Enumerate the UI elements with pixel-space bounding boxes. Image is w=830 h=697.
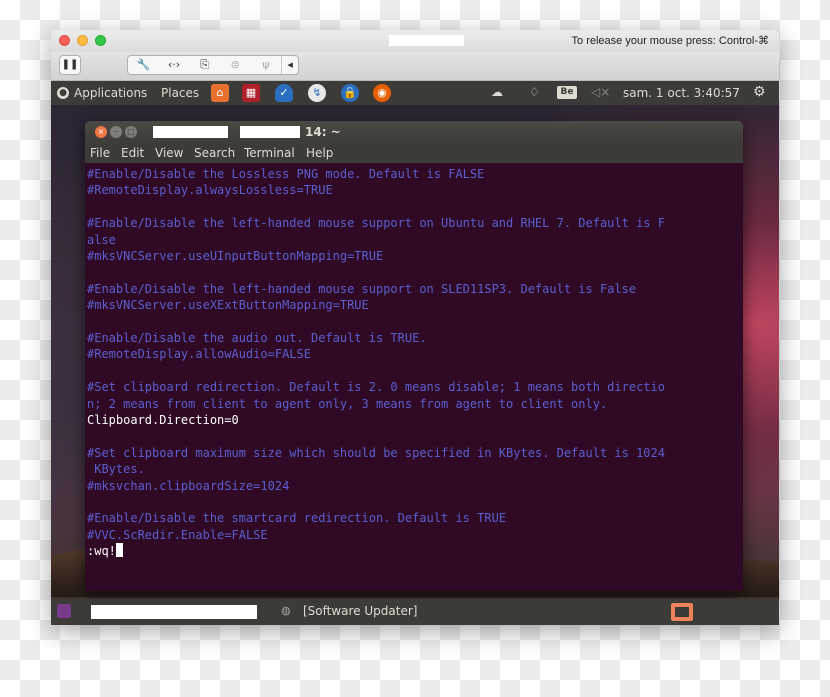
terminal-line: #Enable/Disable the left-handed mouse su… [87, 216, 665, 231]
terminal-line: #mksvchan.clipboardSize=1024 [87, 478, 290, 493]
terminal-line: #Enable/Disable the left-handed mouse su… [87, 281, 637, 296]
applications-menu[interactable]: Applications [74, 86, 147, 100]
collapse-toolbar-icon[interactable]: ◂ [281, 56, 298, 74]
workspace-switcher[interactable] [671, 603, 693, 621]
terminal-line: alse [87, 232, 116, 247]
minimize-window-button[interactable] [77, 35, 88, 46]
terminal-line: #Enable/Disable the audio out. Default i… [87, 331, 427, 345]
terminal-maximize-icon[interactable]: □ [125, 126, 137, 138]
terminal-line: #mksVNCServer.useXExtButtonMapping=TRUE [87, 298, 369, 313]
wifi-icon[interactable]: ♢ [529, 85, 540, 99]
terminal-line: #Enable/Disable the smartcard redirectio… [87, 511, 507, 526]
show-desktop-icon[interactable] [57, 604, 71, 618]
vm-window: To release your mouse press: Control-⌘ ❚… [51, 30, 779, 625]
home-folder-icon[interactable]: ⌂ [211, 84, 229, 102]
distro-menu-icon[interactable]: ● [57, 87, 69, 99]
terminal-line: #Set clipboard redirection. Default is 2… [87, 380, 665, 395]
menu-search[interactable]: Search [194, 146, 235, 160]
places-menu[interactable]: Places [161, 86, 199, 100]
pause-button[interactable]: ❚❚ [59, 55, 81, 75]
gear-icon[interactable]: ⚙ [753, 84, 766, 100]
close-window-button[interactable] [59, 35, 70, 46]
snapshot-icon[interactable]: ⎘ [189, 56, 220, 74]
menu-terminal[interactable]: Terminal [244, 146, 295, 160]
terminal-line: #RemoteDisplay.allowAudio=FALSE [87, 347, 311, 362]
remote-desktop-tray-icon[interactable]: ☁ [491, 85, 503, 99]
terminal-line: #VVC.ScRedir.Enable=FALSE [87, 527, 268, 542]
keyboard-layout-indicator[interactable]: Be [557, 86, 577, 99]
vim-command-line: :wq! [87, 543, 123, 559]
menu-help[interactable]: Help [306, 146, 333, 160]
terminal-line: #mksVNCServer.useUInputButtonMapping=TRU… [87, 249, 384, 263]
shared-folders-icon[interactable]: ‹·› [159, 56, 190, 74]
menu-file[interactable]: File [90, 146, 110, 160]
redacted-hostname [240, 126, 300, 138]
vm-toolbar: ❚❚ 🔧 ‹·› ⎘ ⊜ ψ ◂ [51, 52, 779, 81]
guest-desktop: ● Applications Places ⌂ ▦ ✓ ↯ 🔒 ◉ ☁ ♢ Be… [51, 81, 779, 625]
network-manager-icon[interactable]: ↯ [308, 84, 326, 102]
terminal-line: #Set clipboard maximum size which should… [87, 445, 665, 460]
text-cursor [115, 543, 123, 558]
terminal-line: n; 2 means from client to agent only, 3 … [87, 396, 608, 411]
settings-wrench-icon[interactable]: 🔧 [128, 56, 159, 74]
terminal-line: KBytes. [87, 462, 145, 477]
workspace-preview [675, 607, 689, 617]
terminal-window: × – □ 14: ~ File Edit View Search Termin… [85, 121, 743, 591]
terminal-line: #RemoteDisplay.alwaysLossless=TRUE [87, 183, 333, 198]
terminal-titlebar[interactable]: × – □ 14: ~ [85, 121, 743, 143]
firefox-icon[interactable]: ◉ [373, 84, 391, 102]
updater-icon: ◍ [281, 604, 291, 617]
hard-disk-icon[interactable]: ⊜ [220, 56, 251, 74]
terminal-minimize-icon[interactable]: – [110, 126, 122, 138]
usb-icon[interactable]: ψ [251, 56, 282, 74]
redacted-username [153, 126, 228, 138]
vm-tool-group: 🔧 ‹·› ⎘ ⊜ ψ ◂ [127, 55, 299, 75]
volume-muted-icon[interactable]: ◁× [591, 85, 610, 99]
bottom-panel: ◍ [Software Updater] [51, 599, 779, 625]
menu-view[interactable]: View [155, 146, 183, 160]
vm-titlebar[interactable]: To release your mouse press: Control-⌘ [51, 30, 779, 52]
menu-edit[interactable]: Edit [121, 146, 144, 160]
terminal-close-icon[interactable]: × [95, 126, 107, 138]
shield-icon[interactable]: ✓ [275, 84, 293, 102]
terminal-task-button[interactable] [91, 605, 257, 619]
top-panel: ● Applications Places ⌂ ▦ ✓ ↯ 🔒 ◉ ☁ ♢ Be… [51, 81, 779, 105]
terminal-output[interactable]: #Enable/Disable the Lossless PNG mode. D… [85, 166, 743, 591]
lock-icon[interactable]: 🔒 [341, 84, 359, 102]
terminal-line: Clipboard.Direction=0 [87, 413, 239, 427]
terminal-title: 14: ~ [305, 125, 341, 139]
terminal-line: #Enable/Disable the Lossless PNG mode. D… [87, 167, 485, 181]
system-monitor-icon[interactable]: ▦ [242, 84, 260, 102]
software-updater-task[interactable]: [Software Updater] [303, 604, 417, 618]
terminal-menubar: File Edit View Search Terminal Help [85, 143, 743, 163]
redacted-window-title [389, 35, 464, 46]
maximize-window-button[interactable] [95, 35, 106, 46]
release-mouse-hint: To release your mouse press: Control-⌘ [571, 35, 769, 47]
clock[interactable]: sam. 1 oct. 3:40:57 [623, 86, 740, 100]
